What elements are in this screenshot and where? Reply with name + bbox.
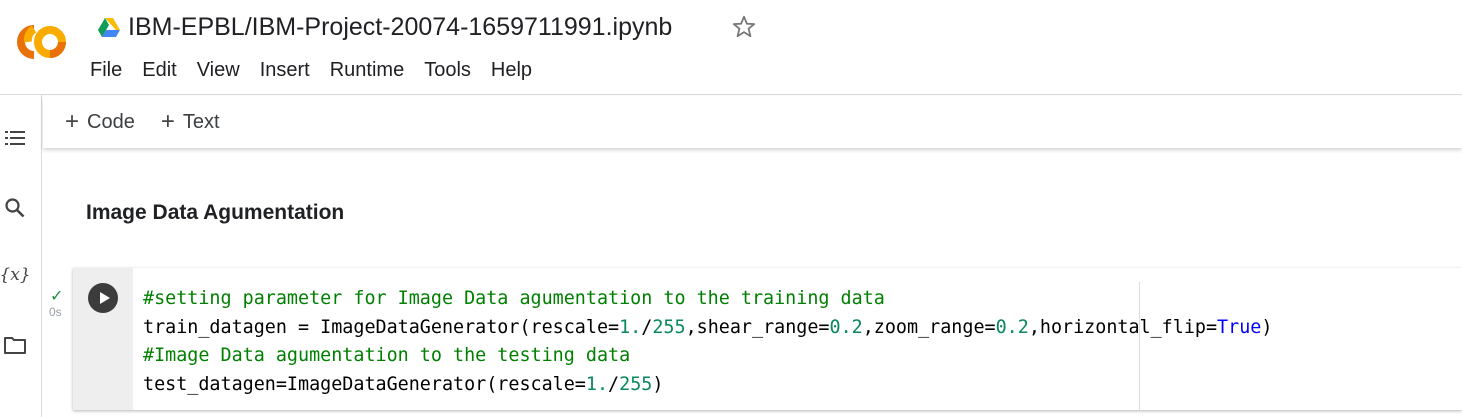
code-token: 0.2 <box>829 316 863 338</box>
menu-insert[interactable]: Insert <box>250 57 320 85</box>
code-token: 1. <box>619 316 642 338</box>
code-token: ) <box>1261 316 1273 338</box>
menu-view[interactable]: View <box>187 57 250 85</box>
menubar: File Edit View Insert Runtime Tools Help <box>80 57 542 85</box>
menu-help[interactable]: Help <box>481 57 542 85</box>
code-line: #Image Data agumentation to the testing … <box>143 342 1272 371</box>
google-drive-icon[interactable] <box>97 17 121 39</box>
code-token: 0.2 <box>995 316 1029 338</box>
code-token: 255 <box>619 374 653 396</box>
cell-gutter <box>73 268 133 410</box>
code-token: #Image Data agumentation to the testing … <box>143 345 631 367</box>
code-token: 255 <box>652 316 686 338</box>
menu-runtime[interactable]: Runtime <box>320 57 414 85</box>
add-code-cell-button[interactable]: + Code <box>65 110 135 134</box>
code-token: ,zoom_range= <box>862 316 996 338</box>
code-cell[interactable]: #setting parameter for Image Data agumen… <box>73 268 1462 410</box>
code-token: #setting parameter for Image Data agumen… <box>143 288 885 309</box>
variables-icon[interactable]: {x} <box>0 262 31 288</box>
execution-success-icon: ✓ <box>50 288 64 305</box>
add-text-label: Text <box>182 110 220 133</box>
add-code-label: Code <box>87 110 135 133</box>
header: IBM-EPBL/IBM-Project-20074-1659711991.ip… <box>0 0 1462 95</box>
code-line: test_datagen=ImageDataGenerator(rescale=… <box>143 371 1272 400</box>
cell-toolbar: + Code + Text <box>43 96 1462 148</box>
code-token: ) <box>652 374 664 396</box>
code-token: 1. <box>585 374 609 396</box>
code-token: ,horizontal_flip= <box>1028 316 1218 338</box>
code-line: #setting parameter for Image Data agumen… <box>143 285 1272 314</box>
search-icon[interactable] <box>2 195 28 221</box>
files-icon[interactable] <box>2 332 28 358</box>
plus-icon: + <box>160 108 175 135</box>
menu-edit[interactable]: Edit <box>132 57 186 85</box>
code-token: train_datagen = ImageDataGenerator(resca… <box>143 316 620 338</box>
menu-tools[interactable]: Tools <box>414 57 481 85</box>
side-rail: {x} <box>0 95 42 417</box>
code-text: #setting parameter for Image Data agumen… <box>143 285 1272 400</box>
code-token: True <box>1217 316 1262 338</box>
table-of-contents-icon[interactable] <box>2 125 28 151</box>
run-cell-button[interactable] <box>88 283 118 313</box>
section-heading: Image Data Agumentation <box>86 201 345 224</box>
code-token: test_datagen=ImageDataGenerator(rescale= <box>143 374 586 396</box>
star-icon[interactable] <box>731 14 757 40</box>
notebook-title[interactable]: IBM-EPBL/IBM-Project-20074-1659711991.ip… <box>128 13 672 42</box>
plus-icon: + <box>65 108 80 135</box>
menu-file[interactable]: File <box>80 57 132 85</box>
code-editor[interactable]: #setting parameter for Image Data agumen… <box>133 268 1462 410</box>
code-token: ,shear_range= <box>685 316 830 338</box>
add-text-cell-button[interactable]: + Text <box>161 110 220 134</box>
code-line: train_datagen = ImageDataGenerator(resca… <box>143 314 1272 343</box>
code-token: / <box>641 316 653 338</box>
code-token: / <box>608 374 620 396</box>
execution-time: 0s <box>49 305 62 319</box>
colab-logo[interactable] <box>4 20 70 64</box>
